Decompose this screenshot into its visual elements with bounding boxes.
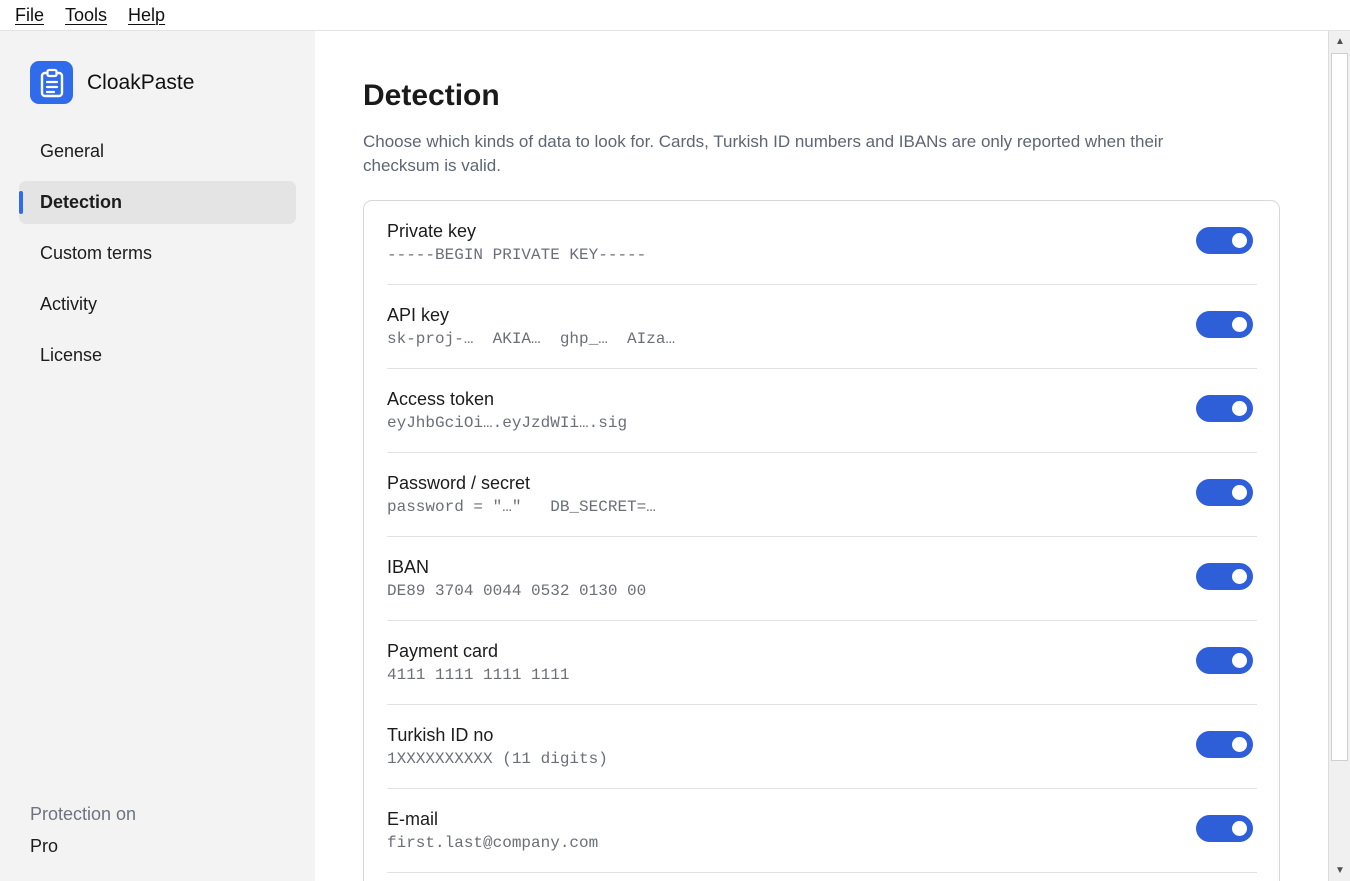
detector-name: Turkish ID no (387, 725, 494, 745)
toggle-knob (1232, 401, 1247, 416)
scroll-up-icon[interactable]: ▲ (1332, 33, 1348, 49)
detector-name: Password / secret (387, 473, 531, 493)
main-content: Detection Choose which kinds of data to … (315, 31, 1328, 881)
app-name: CloakPaste (87, 70, 195, 94)
sidebar-footer: Protection on Pro (30, 804, 136, 857)
detector-example: eyJhbGciOi….eyJzdWIi….sig (387, 414, 628, 432)
detectors-card: Private key -----BEGIN PRIVATE KEY----- … (363, 200, 1280, 881)
menu-bar: File Tools Help (0, 0, 1350, 31)
detector-row-iban: IBAN DE89 3704 0044 0532 0130 00 (387, 537, 1257, 621)
detector-example: password = "…" DB_SECRET=… (387, 498, 656, 516)
detector-example: -----BEGIN PRIVATE KEY----- (387, 246, 647, 264)
detector-example: first.last@company.com (387, 834, 599, 852)
toggle-switch[interactable] (1196, 563, 1253, 590)
detector-example: 1XXXXXXXXXX (11 digits) (387, 750, 608, 768)
detector-example: DE89 3704 0044 0532 0130 00 (387, 582, 647, 600)
detector-row-password-secret: Password / secret password = "…" DB_SECR… (387, 453, 1257, 537)
sidebar-nav: General Detection Custom terms Activity … (19, 130, 296, 385)
detector-name: Access token (387, 389, 495, 409)
detector-row-private-key: Private key -----BEGIN PRIVATE KEY----- (387, 201, 1257, 285)
sidebar-item-detection[interactable]: Detection (19, 181, 296, 224)
detector-example: 4111 1111 1111 1111 (387, 666, 570, 684)
toggle-knob (1232, 317, 1247, 332)
menu-tools[interactable]: Tools (65, 5, 107, 26)
sidebar-item-license[interactable]: License (19, 334, 296, 377)
toggle-switch[interactable] (1196, 479, 1253, 506)
detector-example: sk-proj-… AKIA… ghp_… AIza… (387, 330, 676, 348)
detector-name: E-mail (387, 809, 439, 829)
sidebar-item-activity[interactable]: Activity (19, 283, 296, 326)
brand: CloakPaste (30, 61, 194, 104)
page-title: Detection (363, 79, 500, 112)
toggle-knob (1232, 569, 1247, 584)
toggle-switch[interactable] (1196, 647, 1253, 674)
page-description: Choose which kinds of data to look for. … (363, 132, 1164, 175)
scrollbar-thumb[interactable] (1331, 53, 1348, 761)
scroll-down-icon[interactable]: ▼ (1332, 862, 1348, 878)
detector-row-payment-card: Payment card 4111 1111 1111 1111 (387, 621, 1257, 705)
toggle-knob (1232, 485, 1247, 500)
detector-row-access-token: Access token eyJhbGciOi….eyJzdWIi….sig (387, 369, 1257, 453)
detector-name: Private key (387, 221, 477, 241)
clipboard-icon (30, 61, 73, 104)
toggle-switch[interactable] (1196, 815, 1253, 842)
toggle-knob (1232, 653, 1247, 668)
toggle-knob (1232, 821, 1247, 836)
toggle-switch[interactable] (1196, 227, 1253, 254)
detector-name: IBAN (387, 557, 430, 577)
sidebar-item-general[interactable]: General (19, 130, 296, 173)
detector-name: Payment card (387, 641, 499, 661)
vertical-scrollbar[interactable]: ▲ ▼ (1328, 31, 1350, 881)
sidebar: CloakPaste General Detection Custom term… (0, 31, 315, 881)
detector-name: API key (387, 305, 450, 325)
toggle-switch[interactable] (1196, 311, 1253, 338)
detector-row-api-key: API key sk-proj-… AKIA… ghp_… AIza… (387, 285, 1257, 369)
menu-help[interactable]: Help (128, 5, 165, 26)
sidebar-item-custom-terms[interactable]: Custom terms (19, 232, 296, 275)
detector-row-turkish-id: Turkish ID no 1XXXXXXXXXX (11 digits) (387, 705, 1257, 789)
toggle-switch[interactable] (1196, 731, 1253, 758)
toggle-knob (1232, 737, 1247, 752)
plan-label: Pro (30, 836, 59, 856)
protection-status: Protection on (30, 804, 137, 824)
toggle-knob (1232, 233, 1247, 248)
detector-row-email: E-mail first.last@company.com (387, 789, 1257, 873)
menu-file[interactable]: File (15, 5, 44, 26)
toggle-switch[interactable] (1196, 395, 1253, 422)
